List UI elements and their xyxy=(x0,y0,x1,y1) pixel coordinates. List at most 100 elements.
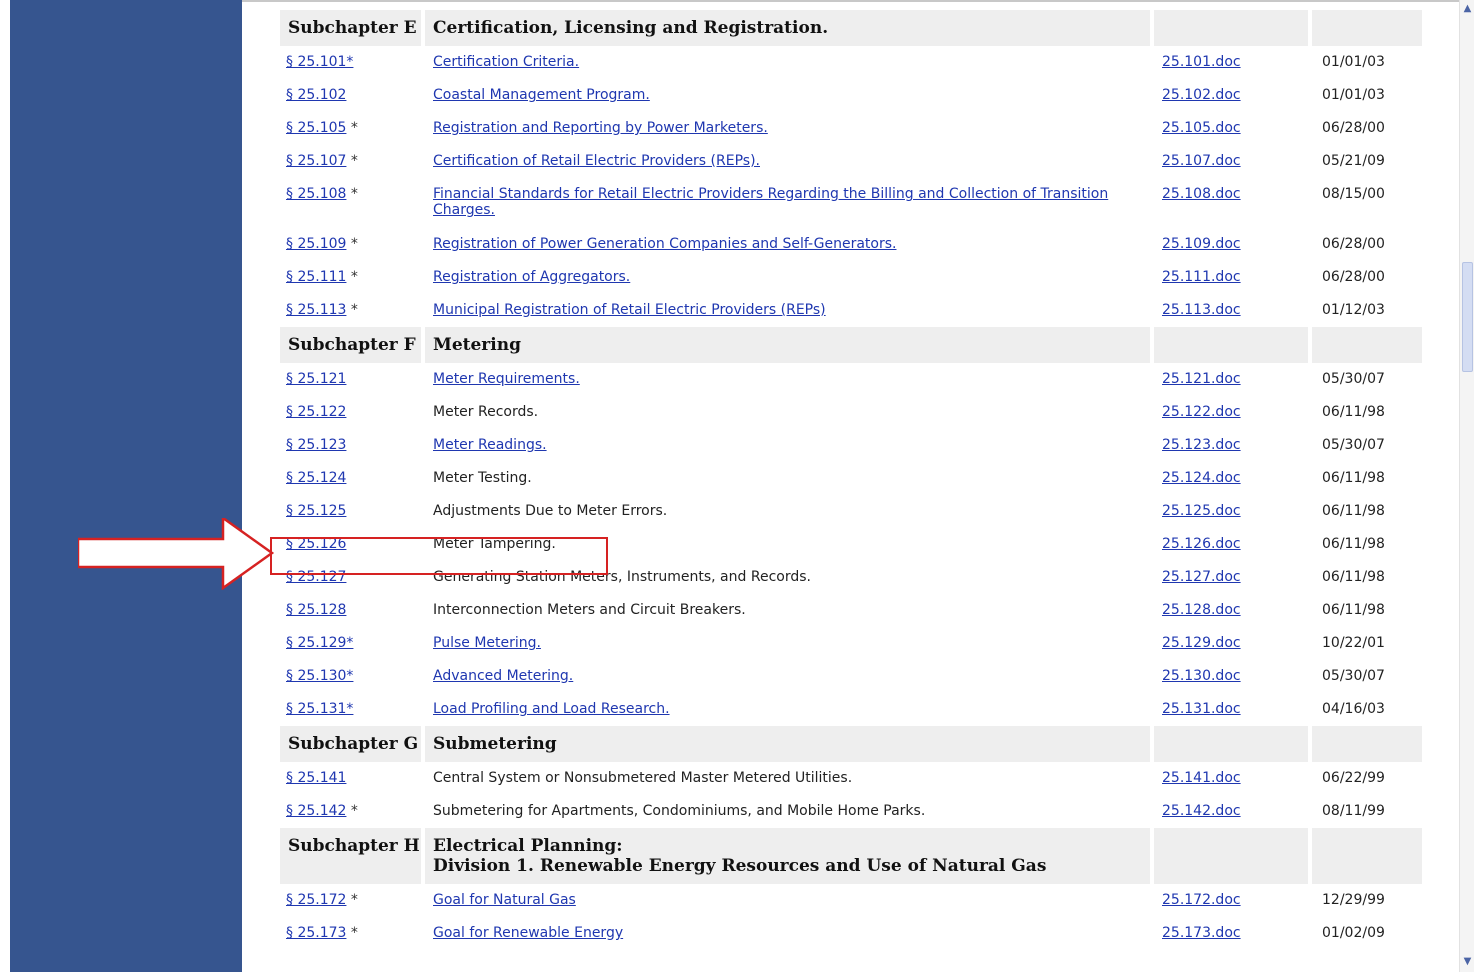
table-row: § 25.111 * Registration of Aggregators. 25… xyxy=(280,261,1422,294)
rule-title-link[interactable]: Load Profiling and Load Research. xyxy=(433,701,670,717)
doc-download-link[interactable]: 25.126.doc xyxy=(1162,536,1241,552)
rule-title-link[interactable]: Goal for Natural Gas xyxy=(433,892,576,908)
doc-download-link[interactable]: 25.101.doc xyxy=(1162,54,1241,70)
section-link[interactable]: § 25.101* xyxy=(286,54,353,70)
rule-title-link[interactable]: Certification of Retail Electric Provide… xyxy=(433,153,760,169)
rule-title-link[interactable]: Registration and Reporting by Power Mark… xyxy=(433,120,768,136)
scroll-down-icon[interactable]: ▼ xyxy=(1460,955,1474,969)
doc-cell: 25.111.doc xyxy=(1154,261,1312,294)
vertical-scrollbar[interactable]: ▲ ▼ xyxy=(1459,0,1474,972)
section-link[interactable]: § 25.172 xyxy=(286,892,346,908)
doc-download-link[interactable]: 25.102.doc xyxy=(1162,87,1241,103)
section-link[interactable]: § 25.124 xyxy=(286,470,346,486)
amended-marker: * xyxy=(346,269,358,285)
doc-download-link[interactable]: 25.109.doc xyxy=(1162,236,1241,252)
doc-download-link[interactable]: 25.142.doc xyxy=(1162,803,1241,819)
rule-title-link[interactable]: Financial Standards for Retail Electric … xyxy=(433,186,1108,218)
title-cell: Goal for Natural Gas xyxy=(425,884,1154,917)
title-cell: Meter Requirements. xyxy=(425,363,1154,396)
section-link[interactable]: § 25.121 xyxy=(286,371,346,387)
header-blank-cell xyxy=(1312,327,1422,363)
doc-download-link[interactable]: 25.129.doc xyxy=(1162,635,1241,651)
rule-title-link[interactable]: Registration of Aggregators. xyxy=(433,269,630,285)
table-row: § 25.105 * Registration and Reporting by … xyxy=(280,112,1422,145)
section-link[interactable]: § 25.113 xyxy=(286,302,346,318)
section-link[interactable]: § 25.123 xyxy=(286,437,346,453)
rule-title-link[interactable]: Meter Requirements. xyxy=(433,371,580,387)
doc-download-link[interactable]: 25.122.doc xyxy=(1162,404,1241,420)
section-link[interactable]: § 25.111 xyxy=(286,269,346,285)
doc-cell: 25.124.doc xyxy=(1154,462,1312,495)
effective-date: 01/01/03 xyxy=(1322,54,1385,70)
doc-cell: 25.122.doc xyxy=(1154,396,1312,429)
rule-title-link[interactable]: Goal for Renewable Energy xyxy=(433,925,623,941)
doc-download-link[interactable]: 25.127.doc xyxy=(1162,569,1241,585)
rule-title-text: Central System or Nonsubmetered Master M… xyxy=(433,770,853,786)
doc-cell: 25.127.doc xyxy=(1154,561,1312,594)
doc-download-link[interactable]: 25.105.doc xyxy=(1162,120,1241,136)
section-link[interactable]: § 25.102 xyxy=(286,87,346,103)
rule-title-link[interactable]: Registration of Power Generation Compani… xyxy=(433,236,896,252)
table-row: § 25.173 * Goal for Renewable Energy 25.17… xyxy=(280,917,1422,950)
section-link[interactable]: § 25.130* xyxy=(286,668,353,684)
table-row: § 25.128 Interconnection Meters and Circu… xyxy=(280,594,1422,627)
section-link[interactable]: § 25.108 xyxy=(286,186,346,202)
doc-cell: 25.128.doc xyxy=(1154,594,1312,627)
section-link[interactable]: § 25.109 xyxy=(286,236,346,252)
doc-download-link[interactable]: 25.124.doc xyxy=(1162,470,1241,486)
scroll-up-icon[interactable]: ▲ xyxy=(1460,2,1474,16)
subchapter-header-row: Subchapter H Electrical Planning: Division… xyxy=(280,828,1422,884)
doc-download-link[interactable]: 25.107.doc xyxy=(1162,153,1241,169)
section-link[interactable]: § 25.125 xyxy=(286,503,346,519)
section-cell: § 25.109 * xyxy=(280,228,425,261)
section-link[interactable]: § 25.105 xyxy=(286,120,346,136)
effective-date: 06/28/00 xyxy=(1322,269,1385,285)
doc-download-link[interactable]: 25.121.doc xyxy=(1162,371,1241,387)
doc-download-link[interactable]: 25.123.doc xyxy=(1162,437,1241,453)
section-link[interactable]: § 25.173 xyxy=(286,925,346,941)
rule-title-link[interactable]: Municipal Registration of Retail Electri… xyxy=(433,302,826,318)
section-link[interactable]: § 25.141 xyxy=(286,770,346,786)
doc-download-link[interactable]: 25.113.doc xyxy=(1162,302,1241,318)
scrollbar-thumb[interactable] xyxy=(1462,262,1473,372)
section-link[interactable]: § 25.107 xyxy=(286,153,346,169)
rule-title-link[interactable]: Pulse Metering. xyxy=(433,635,541,651)
section-link[interactable]: § 25.122 xyxy=(286,404,346,420)
doc-download-link[interactable]: 25.130.doc xyxy=(1162,668,1241,684)
title-cell: Registration of Power Generation Compani… xyxy=(425,228,1154,261)
rule-title-link[interactable]: Advanced Metering. xyxy=(433,668,573,684)
title-cell: Central System or Nonsubmetered Master M… xyxy=(425,762,1154,795)
table-row: § 25.121 Meter Requirements. 25.121.doc 05/… xyxy=(280,363,1422,396)
rule-title-link[interactable]: Meter Readings. xyxy=(433,437,547,453)
subchapter-title: Electrical Planning: Division 1. Renewabl… xyxy=(425,828,1154,884)
rule-title-link[interactable]: Certification Criteria. xyxy=(433,54,579,70)
doc-download-link[interactable]: 25.141.doc xyxy=(1162,770,1241,786)
subchapter-label: Subchapter F xyxy=(280,327,425,363)
doc-download-link[interactable]: 25.108.doc xyxy=(1162,186,1241,202)
section-link[interactable]: § 25.142 xyxy=(286,803,346,819)
pointer-arrow-icon xyxy=(78,518,275,590)
effective-date: 06/28/00 xyxy=(1322,236,1385,252)
effective-date: 05/21/09 xyxy=(1322,153,1385,169)
title-cell: Load Profiling and Load Research. xyxy=(425,693,1154,726)
table-row: § 25.125 Adjustments Due to Meter Errors.… xyxy=(280,495,1422,528)
rule-title-link[interactable]: Coastal Management Program. xyxy=(433,87,650,103)
doc-download-link[interactable]: 25.173.doc xyxy=(1162,925,1241,941)
table-row: § 25.172 * Goal for Natural Gas 25.172.doc… xyxy=(280,884,1422,917)
doc-download-link[interactable]: 25.172.doc xyxy=(1162,892,1241,908)
table-row: § 25.109 * Registration of Power Generati… xyxy=(280,228,1422,261)
subchapter-header-row: Subchapter E Certification, Licensing and… xyxy=(280,10,1422,46)
header-blank-cell xyxy=(1154,726,1312,762)
amended-marker: * xyxy=(346,892,358,908)
section-link[interactable]: § 25.129* xyxy=(286,635,353,651)
section-link[interactable]: § 25.128 xyxy=(286,602,346,618)
effective-date: 06/22/99 xyxy=(1322,770,1385,786)
doc-cell: 25.172.doc xyxy=(1154,884,1312,917)
left-sidebar-panel xyxy=(10,0,242,972)
doc-download-link[interactable]: 25.111.doc xyxy=(1162,269,1241,285)
effective-date: 06/11/98 xyxy=(1322,602,1385,618)
doc-download-link[interactable]: 25.125.doc xyxy=(1162,503,1241,519)
section-link[interactable]: § 25.131* xyxy=(286,701,353,717)
doc-download-link[interactable]: 25.131.doc xyxy=(1162,701,1241,717)
doc-download-link[interactable]: 25.128.doc xyxy=(1162,602,1241,618)
